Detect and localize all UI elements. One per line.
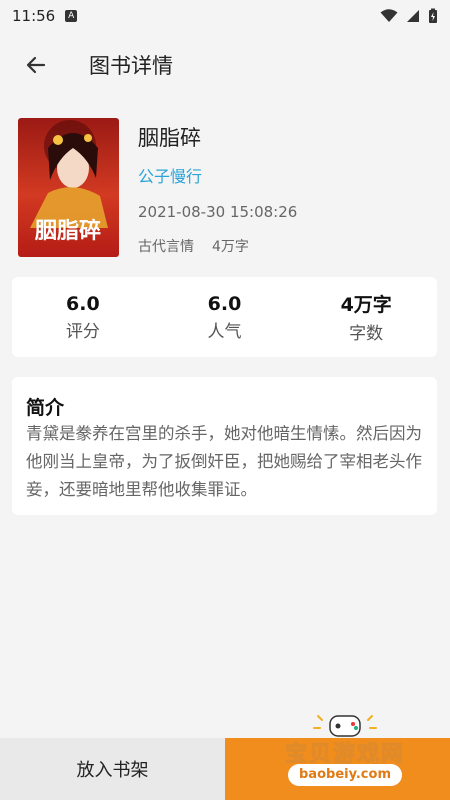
stat-label: 人气 bbox=[207, 321, 242, 342]
stats-card: 6.0 评分 6.0 人气 4万字 字数 bbox=[12, 277, 437, 357]
book-cover[interactable]: 胭脂碎 bbox=[18, 118, 119, 257]
author-link[interactable]: 公子慢行 bbox=[138, 163, 202, 187]
status-time: 11:56 bbox=[12, 7, 56, 25]
stat-popularity: 6.0 人气 bbox=[154, 277, 296, 357]
book-meta: 古代言情 4万字 bbox=[138, 236, 249, 256]
word-count-label: 4万字 bbox=[212, 239, 249, 255]
notification-a-icon: A bbox=[65, 10, 78, 22]
battery-icon bbox=[429, 8, 437, 23]
intro-title: 简介 bbox=[26, 397, 65, 419]
cover-title-text: 胭脂碎 bbox=[34, 218, 101, 244]
stat-value: 4万字 bbox=[340, 294, 392, 316]
back-button[interactable] bbox=[11, 40, 61, 90]
arrow-left-icon bbox=[26, 56, 46, 74]
signal-icon bbox=[407, 10, 419, 22]
book-title: 胭脂碎 bbox=[138, 126, 201, 150]
watermark: 宝贝游戏网 baobeiy.com bbox=[270, 712, 420, 798]
status-bar: 11:56 A bbox=[0, 0, 450, 32]
stat-value: 6.0 bbox=[66, 292, 100, 315]
book-header: 胭脂碎 胭脂碎 公子慢行 2021-08-30 15:08:26 古代言情 4万… bbox=[18, 118, 438, 258]
intro-text: 青黛是豢养在宫里的杀手，她对他暗生情愫。然后因为他刚当上皇帝，为了扳倒奸臣，把她… bbox=[26, 424, 422, 499]
stat-label: 评分 bbox=[65, 321, 100, 342]
category-label: 古代言情 bbox=[138, 239, 194, 255]
page-title: 图书详情 bbox=[89, 54, 173, 78]
stat-label: 字数 bbox=[349, 324, 384, 344]
app-bar: 图书详情 bbox=[0, 32, 450, 98]
stat-value: 6.0 bbox=[207, 292, 242, 315]
add-to-shelf-button[interactable]: 放入书架 bbox=[0, 738, 225, 800]
stat-word-count: 4万字 字数 bbox=[295, 277, 437, 357]
status-icons bbox=[380, 8, 438, 24]
intro-card: 简介 青黛是豢养在宫里的杀手，她对他暗生情愫。然后因为他刚当上皇帝，为了扳倒奸臣… bbox=[12, 377, 437, 515]
wifi-icon bbox=[380, 9, 398, 22]
stat-rating: 6.0 评分 bbox=[12, 277, 154, 357]
watermark-url: baobeiy.com bbox=[288, 764, 402, 786]
update-date: 2021-08-30 15:08:26 bbox=[138, 203, 298, 221]
